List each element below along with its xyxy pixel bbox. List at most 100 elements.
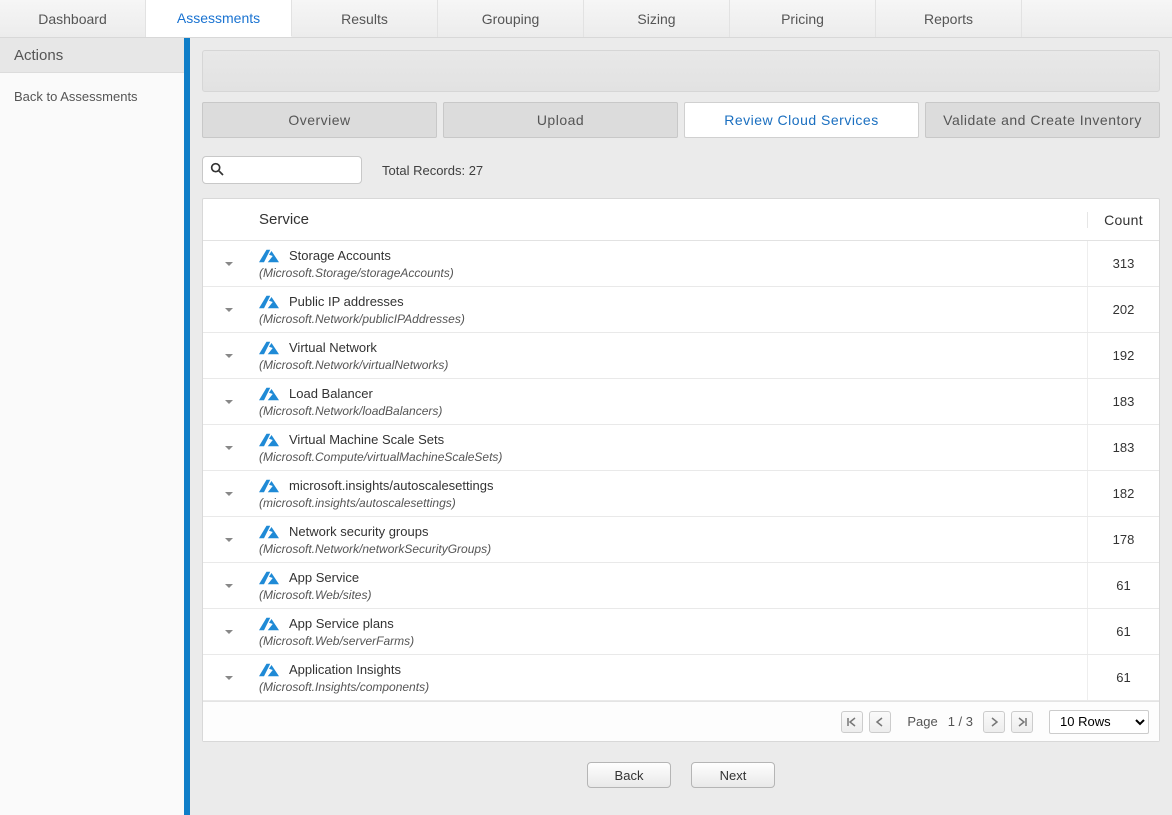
pager: Page 1 / 3	[841, 711, 1033, 733]
chevron-down-icon	[224, 445, 234, 451]
back-to-assessments-link[interactable]: Back to Assessments	[0, 73, 184, 104]
tab-reports[interactable]: Reports	[876, 0, 1022, 37]
expand-toggle[interactable]	[203, 333, 255, 378]
tab-assessments[interactable]: Assessments	[146, 0, 292, 37]
service-type: (Microsoft.Web/serverFarms)	[259, 634, 1087, 648]
service-type: (Microsoft.Network/virtualNetworks)	[259, 358, 1087, 372]
subtab-validate-create-inventory[interactable]: Validate and Create Inventory	[925, 102, 1160, 138]
search-icon	[209, 161, 225, 180]
count-cell: 192	[1087, 333, 1159, 378]
chevron-down-icon	[224, 399, 234, 405]
count-cell: 61	[1087, 655, 1159, 700]
tab-dashboard[interactable]: Dashboard	[0, 0, 146, 37]
chevron-down-icon	[224, 261, 234, 267]
subtab-review-cloud-services[interactable]: Review Cloud Services	[684, 102, 919, 138]
service-name: microsoft.insights/autoscalesettings	[289, 478, 493, 493]
count-cell: 178	[1087, 517, 1159, 562]
last-page-icon	[1017, 717, 1027, 727]
service-type: (Microsoft.Network/networkSecurityGroups…	[259, 542, 1087, 556]
toolbar: Total Records: 27	[202, 156, 1160, 184]
pager-prev-button[interactable]	[869, 711, 891, 733]
tab-results[interactable]: Results	[292, 0, 438, 37]
expand-toggle[interactable]	[203, 471, 255, 516]
subtab-upload[interactable]: Upload	[443, 102, 678, 138]
service-type: (Microsoft.Web/sites)	[259, 588, 1087, 602]
page-label: Page	[907, 714, 937, 729]
banner-area	[202, 50, 1160, 92]
subtab-overview[interactable]: Overview	[202, 102, 437, 138]
expand-toggle[interactable]	[203, 563, 255, 608]
next-button[interactable]: Next	[691, 762, 775, 788]
service-cell: Load Balancer(Microsoft.Network/loadBala…	[255, 379, 1087, 424]
count-cell: 61	[1087, 609, 1159, 654]
service-name: Virtual Network	[289, 340, 377, 355]
tab-sizing[interactable]: Sizing	[584, 0, 730, 37]
chevron-right-icon	[989, 717, 999, 727]
table-row: App Service plans (Microsoft.Web/serverFa…	[203, 609, 1159, 655]
service-type: (Microsoft.Compute/virtualMachineScaleSe…	[259, 450, 1087, 464]
service-type: (microsoft.insights/autoscalesettings)	[259, 496, 1087, 510]
column-header-service[interactable]: Service	[255, 211, 1087, 228]
service-name: Storage Accounts	[289, 248, 391, 263]
service-type: (Microsoft.Storage/storageAccounts)	[259, 266, 1087, 280]
expand-toggle[interactable]	[203, 241, 255, 286]
chevron-down-icon	[224, 675, 234, 681]
azure-icon	[259, 478, 279, 494]
tab-grouping[interactable]: Grouping	[438, 0, 584, 37]
grid-header: Service Count	[203, 199, 1159, 241]
expand-toggle[interactable]	[203, 517, 255, 562]
pager-last-button[interactable]	[1011, 711, 1033, 733]
expand-toggle[interactable]	[203, 655, 255, 700]
azure-icon	[259, 662, 279, 678]
azure-icon	[259, 616, 279, 632]
azure-icon	[259, 570, 279, 586]
service-cell: Virtual Machine Scale Sets (Microsoft.Com…	[255, 425, 1087, 470]
service-cell: Network security groups (Microsoft.Networ…	[255, 517, 1087, 562]
service-name: Virtual Machine Scale Sets	[289, 432, 444, 447]
service-cell: Public IP addresses(Microsoft.Network/pu…	[255, 287, 1087, 332]
count-cell: 182	[1087, 471, 1159, 516]
service-name: App Service plans	[289, 616, 394, 631]
azure-icon	[259, 294, 279, 310]
total-records-label: Total Records: 27	[382, 163, 483, 178]
expand-toggle[interactable]	[203, 609, 255, 654]
table-row: Load Balancer(Microsoft.Network/loadBala…	[203, 379, 1159, 425]
count-cell: 183	[1087, 379, 1159, 424]
chevron-down-icon	[224, 629, 234, 635]
table-row: App Service(Microsoft.Web/sites)61	[203, 563, 1159, 609]
expand-toggle[interactable]	[203, 379, 255, 424]
back-button[interactable]: Back	[587, 762, 671, 788]
azure-icon	[259, 432, 279, 448]
search-input[interactable]	[202, 156, 362, 184]
pager-first-button[interactable]	[841, 711, 863, 733]
chevron-down-icon	[224, 353, 234, 359]
chevron-down-icon	[224, 491, 234, 497]
chevron-down-icon	[224, 537, 234, 543]
grid-body: Storage Accounts (Microsoft.Storage/stora…	[203, 241, 1159, 701]
column-header-count[interactable]: Count	[1087, 212, 1159, 228]
main-content: Overview Upload Review Cloud Services Va…	[190, 38, 1172, 815]
table-row: Network security groups (Microsoft.Networ…	[203, 517, 1159, 563]
service-type: (Microsoft.Insights/components)	[259, 680, 1087, 694]
grid-footer: Page 1 / 3 10 Rows	[203, 701, 1159, 741]
service-name: Public IP addresses	[289, 294, 404, 309]
service-cell: Virtual Network (Microsoft.Network/virtua…	[255, 333, 1087, 378]
table-row: microsoft.insights/autoscalesettings (mic…	[203, 471, 1159, 517]
table-row: Application Insights(Microsoft.Insights/…	[203, 655, 1159, 701]
services-grid: Service Count Storage Accounts (Microsoft…	[202, 198, 1160, 742]
rows-per-page-select[interactable]: 10 Rows	[1049, 710, 1149, 734]
service-cell: App Service plans (Microsoft.Web/serverFa…	[255, 609, 1087, 654]
table-row: Public IP addresses(Microsoft.Network/pu…	[203, 287, 1159, 333]
pager-next-button[interactable]	[983, 711, 1005, 733]
service-cell: Storage Accounts (Microsoft.Storage/stora…	[255, 241, 1087, 286]
expand-toggle[interactable]	[203, 425, 255, 470]
service-cell: App Service(Microsoft.Web/sites)	[255, 563, 1087, 608]
chevron-down-icon	[224, 307, 234, 313]
subtab-bar: Overview Upload Review Cloud Services Va…	[202, 102, 1160, 138]
sidebar: Actions Back to Assessments	[0, 38, 190, 815]
chevron-down-icon	[224, 583, 234, 589]
tab-pricing[interactable]: Pricing	[730, 0, 876, 37]
sidebar-header: Actions	[0, 38, 184, 73]
expand-toggle[interactable]	[203, 287, 255, 332]
service-name: Network security groups	[289, 524, 428, 539]
